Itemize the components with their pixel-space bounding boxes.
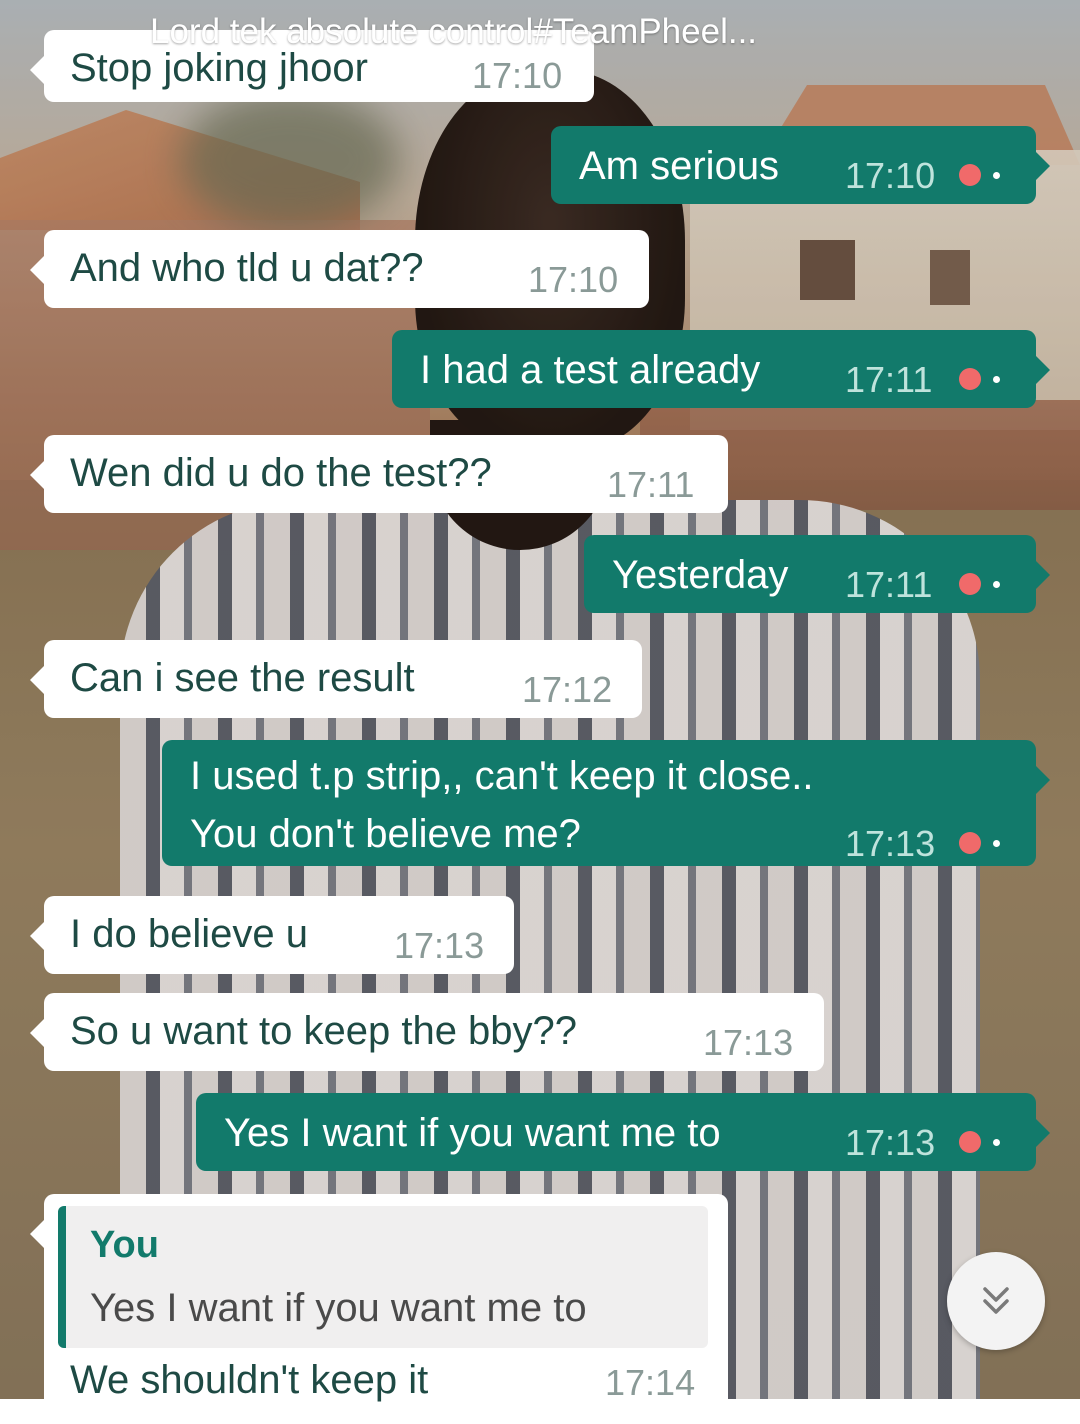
message-incoming[interactable]: So u want to keep the bby?? 17:13: [30, 993, 824, 1071]
message-text: I had a test already: [420, 348, 761, 392]
message-outgoing[interactable]: Yes I want if you want me to 17:13: [196, 1093, 1050, 1171]
message-outgoing[interactable]: I used t.p strip,, can't keep it close..…: [162, 740, 1050, 866]
message-text: We shouldn't keep it: [70, 1358, 429, 1402]
message-text: Can i see the result: [70, 656, 415, 700]
chat-header[interactable]: Lord tek absolute control#TeamPheel...: [0, 0, 1080, 56]
message-time: 17:13: [845, 823, 936, 864]
message-text-line-2: You don't believe me?: [190, 812, 581, 856]
message-time: 17:10: [845, 155, 936, 196]
chat-title: Lord tek absolute control#TeamPheel...: [150, 12, 758, 51]
message-time: 17:11: [845, 359, 933, 400]
status-dot-icon: [993, 172, 1000, 179]
quoted-message[interactable]: You Yes I want if you want me to: [58, 1206, 708, 1348]
quote-text: Yes I want if you want me to: [90, 1286, 587, 1330]
message-time: 17:11: [845, 564, 933, 605]
message-text: I do believe u: [70, 912, 308, 956]
message-text: And who tld u dat??: [70, 246, 424, 290]
status-dot-icon: [993, 1139, 1000, 1146]
message-text: Wen did u do the test??: [70, 451, 492, 495]
message-text: Yesterday: [612, 553, 789, 597]
double-chevron-down-icon: [983, 1287, 1009, 1314]
message-text-line-1: I used t.p strip,, can't keep it close..: [190, 754, 814, 798]
message-time: 17:11: [607, 464, 695, 505]
message-outgoing[interactable]: I had a test already 17:11: [392, 330, 1050, 408]
message-incoming[interactable]: Can i see the result 17:12: [30, 640, 642, 718]
message-incoming[interactable]: And who tld u dat?? 17:10: [30, 230, 649, 308]
message-time: 17:13: [703, 1022, 794, 1063]
status-indicator-icon: [959, 832, 981, 854]
quote-author: You: [90, 1224, 159, 1266]
message-time: 17:14: [605, 1362, 696, 1403]
status-indicator-icon: [959, 164, 981, 186]
message-outgoing[interactable]: Yesterday 17:11: [584, 535, 1050, 613]
message-time: 17:12: [522, 669, 613, 710]
status-dot-icon: [993, 840, 1000, 847]
message-time: 17:13: [845, 1122, 936, 1163]
message-incoming[interactable]: Wen did u do the test?? 17:11: [30, 435, 728, 513]
quote-accent-bar: [58, 1206, 66, 1348]
status-indicator-icon: [959, 1131, 981, 1153]
status-dot-icon: [993, 376, 1000, 383]
message-time: 17:13: [394, 925, 485, 966]
message-text: Am serious: [579, 144, 780, 188]
scroll-to-bottom-button[interactable]: [947, 1252, 1045, 1350]
message-time: 17:10: [528, 259, 619, 300]
message-time: 17:10: [472, 55, 563, 96]
status-dot-icon: [993, 581, 1000, 588]
message-outgoing[interactable]: Am serious 17:10: [551, 126, 1050, 204]
message-incoming[interactable]: I do believe u 17:13: [30, 896, 514, 974]
message-text: So u want to keep the bby??: [70, 1009, 578, 1053]
message-text: Yes I want if you want me to: [224, 1111, 721, 1155]
status-indicator-icon: [959, 368, 981, 390]
status-indicator-icon: [959, 573, 981, 595]
